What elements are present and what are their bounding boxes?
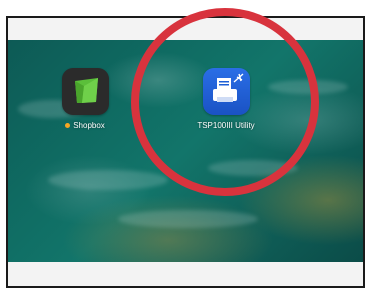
shopbox-label: Shopbox xyxy=(73,121,105,130)
update-dot-icon xyxy=(65,123,71,129)
tsp100iii-utility-app[interactable]: TSP100III Utility xyxy=(181,68,271,130)
printer-icon[interactable] xyxy=(202,68,250,115)
screenshot-frame: Shopbox TSP100III Utility xyxy=(6,16,365,288)
home-screen-wallpaper: Shopbox TSP100III Utility xyxy=(8,40,363,262)
shopbox-icon[interactable] xyxy=(61,68,109,115)
bottom-area xyxy=(8,262,363,286)
tsp100iii-utility-label: TSP100III Utility xyxy=(197,121,255,130)
shopbox-app[interactable]: Shopbox xyxy=(40,68,130,130)
